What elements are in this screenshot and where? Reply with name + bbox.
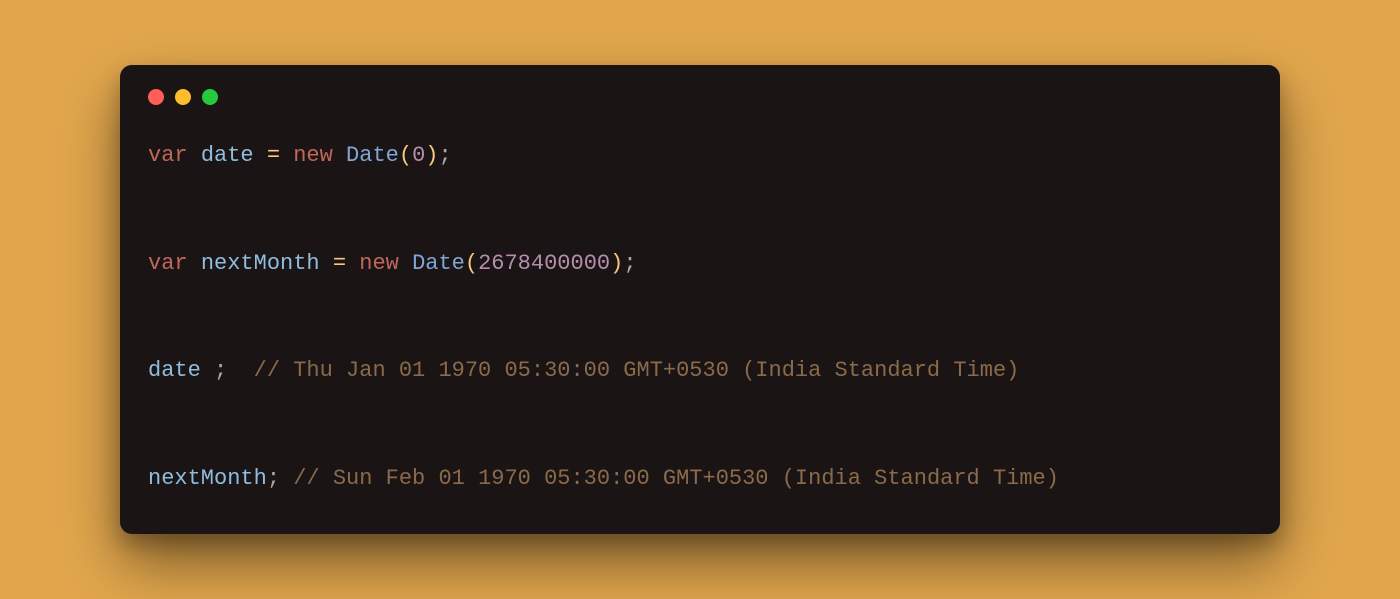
semicolon: ; bbox=[438, 143, 451, 168]
rparen: ) bbox=[425, 143, 438, 168]
type: Date bbox=[346, 143, 399, 168]
keyword-new: new bbox=[293, 143, 333, 168]
keyword-var: var bbox=[148, 251, 188, 276]
operator: = bbox=[333, 251, 346, 276]
stage: var date = new Date(0); var nextMonth = … bbox=[0, 0, 1400, 599]
maximize-icon[interactable] bbox=[202, 89, 218, 105]
semicolon: ; bbox=[214, 358, 227, 383]
identifier: nextMonth bbox=[201, 251, 320, 276]
minimize-icon[interactable] bbox=[175, 89, 191, 105]
comment: // Sun Feb 01 1970 05:30:00 GMT+0530 (In… bbox=[293, 466, 1059, 491]
identifier: nextMonth bbox=[148, 466, 267, 491]
number: 2678400000 bbox=[478, 251, 610, 276]
number: 0 bbox=[412, 143, 425, 168]
rparen: ) bbox=[610, 251, 623, 276]
semicolon: ; bbox=[267, 466, 280, 491]
identifier: date bbox=[201, 143, 254, 168]
identifier: date bbox=[148, 358, 201, 383]
comment: // Thu Jan 01 1970 05:30:00 GMT+0530 (In… bbox=[254, 358, 1020, 383]
code-block: var date = new Date(0); var nextMonth = … bbox=[120, 115, 1280, 506]
type: Date bbox=[412, 251, 465, 276]
lparen: ( bbox=[399, 143, 412, 168]
operator: = bbox=[267, 143, 280, 168]
code-window: var date = new Date(0); var nextMonth = … bbox=[120, 65, 1280, 534]
close-icon[interactable] bbox=[148, 89, 164, 105]
lparen: ( bbox=[465, 251, 478, 276]
keyword-new: new bbox=[359, 251, 399, 276]
semicolon: ; bbox=[623, 251, 636, 276]
keyword-var: var bbox=[148, 143, 188, 168]
window-titlebar bbox=[120, 65, 1280, 115]
